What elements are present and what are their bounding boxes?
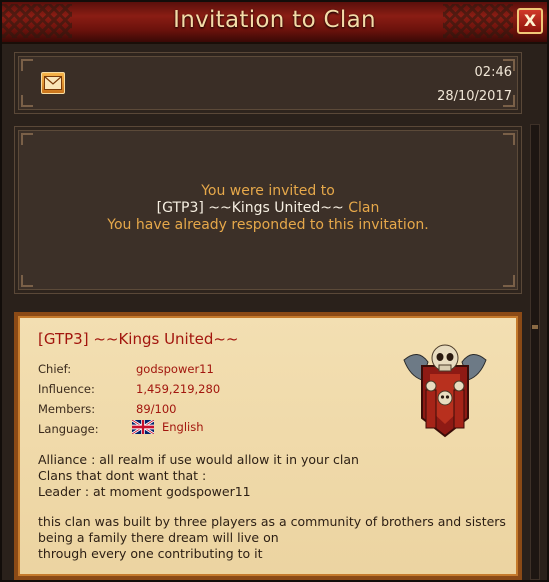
description-line: through every one contributing to it <box>38 546 263 561</box>
message-line-invited: You were invited to <box>201 183 335 199</box>
panel-corner <box>21 95 33 107</box>
message-line-responded: You have already responded to this invit… <box>107 217 429 233</box>
window-title: Invitation to Clan <box>173 7 376 33</box>
description-line: Clans that dont want that : <box>38 468 207 483</box>
close-button[interactable]: X <box>517 8 543 34</box>
clan-word: Clan <box>343 200 380 216</box>
panel-corner <box>503 133 515 145</box>
message-body-panel: You were invited to [GTP3] ~~Kings Unite… <box>14 126 522 294</box>
language-value: English <box>132 420 204 434</box>
clan-emblem-icon <box>403 344 487 438</box>
title-bar: Invitation to Clan X <box>2 2 547 44</box>
clan-description: Alliance : all realm if use would allow … <box>38 452 508 562</box>
influence-value: 1,459,219,280 <box>136 382 221 396</box>
message-date: 28/10/2017 <box>437 89 512 104</box>
chief-value[interactable]: godspower11 <box>136 362 214 376</box>
influence-label: Influence: <box>38 382 95 396</box>
panel-corner <box>503 275 515 287</box>
invitation-message: You were invited to [GTP3] ~~Kings Unite… <box>15 183 521 234</box>
message-line-clan: [GTP3] ~~Kings United~~ Clan <box>15 200 521 217</box>
mail-icon <box>41 72 65 94</box>
message-time: 02:46 <box>474 65 512 80</box>
description-line: Leader : at moment godspower11 <box>38 484 251 499</box>
clan-name: [GTP3] ~~Kings United~~ <box>38 330 239 348</box>
description-line: Alliance : all realm if use would allow … <box>38 452 359 467</box>
panel-corner <box>21 275 33 287</box>
panel-corner <box>21 133 33 145</box>
panel-corner <box>21 59 33 71</box>
scrollbar[interactable] <box>530 124 540 580</box>
clan-invitation-window: Invitation to Clan X 02:46 28/10/2017 Yo… <box>0 0 549 582</box>
members-value: 89/100 <box>136 402 177 416</box>
description-line: this clan was built by three players as … <box>38 514 506 545</box>
message-header-panel: 02:46 28/10/2017 <box>14 52 522 114</box>
language-name: English <box>162 420 204 434</box>
invited-clan-link[interactable]: [GTP3] ~~Kings United~~ <box>157 200 344 216</box>
clan-info-card: [GTP3] ~~Kings United~~ Chief: godspower… <box>14 312 522 580</box>
uk-flag-icon <box>132 420 154 434</box>
members-label: Members: <box>38 402 96 416</box>
chief-label: Chief: <box>38 362 72 376</box>
language-label: Language: <box>38 422 99 436</box>
scrollbar-thumb[interactable] <box>532 325 538 329</box>
